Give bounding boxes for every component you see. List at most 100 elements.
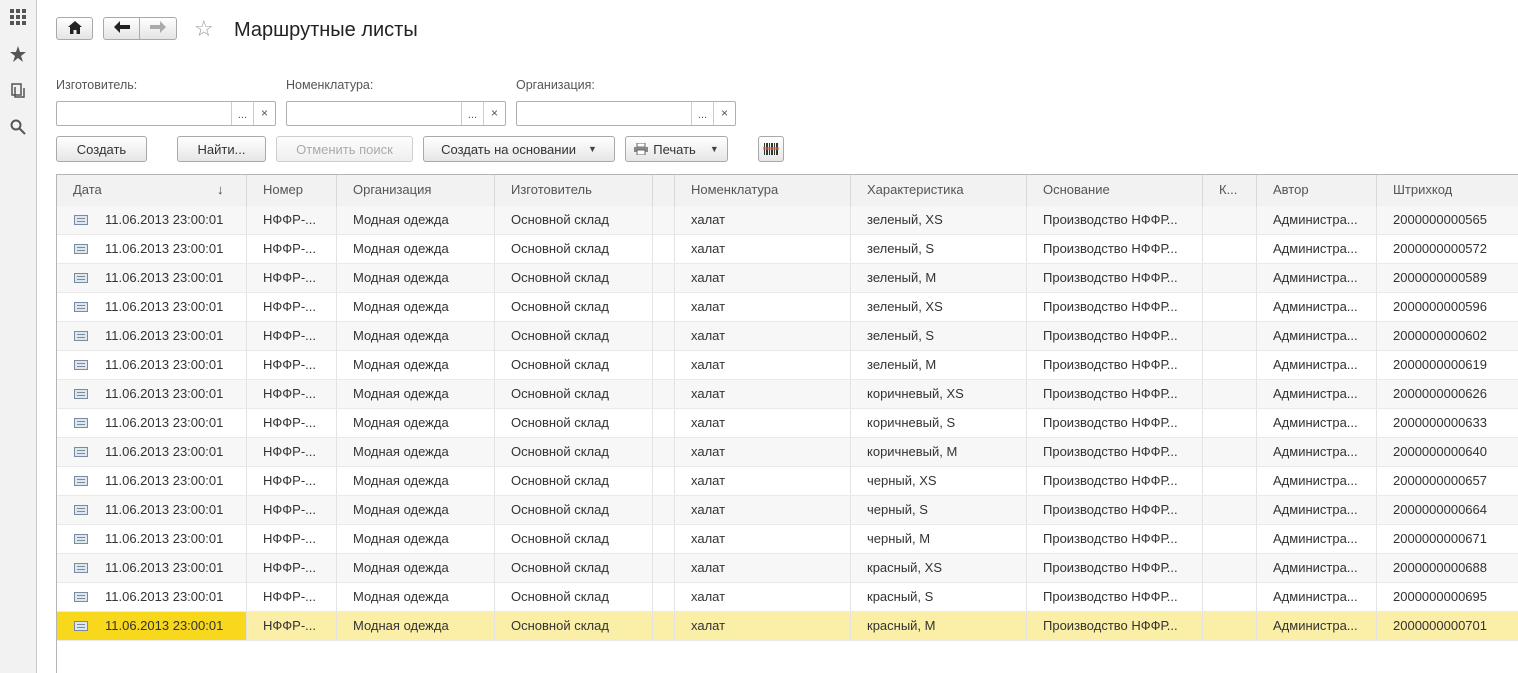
cell-empty bbox=[653, 293, 675, 321]
table-row[interactable]: 11.06.2013 23:00:01 НФФР-... Модная одежда… bbox=[57, 322, 1518, 351]
find-button[interactable]: Найти... bbox=[177, 136, 266, 162]
header-col-barcode[interactable]: Штрихкод bbox=[1377, 175, 1518, 206]
cell-nomenclature: халат bbox=[675, 351, 851, 379]
apps-grid-icon[interactable] bbox=[9, 8, 27, 26]
table-row[interactable]: 11.06.2013 23:00:01 НФФР-... Модная одежда… bbox=[57, 380, 1518, 409]
header-col-k[interactable]: К... bbox=[1203, 175, 1257, 206]
back-button[interactable] bbox=[103, 17, 140, 40]
select-button[interactable]: ... bbox=[461, 102, 483, 125]
cell-basis: Производство НФФР... bbox=[1027, 380, 1203, 408]
history-icon[interactable] bbox=[9, 81, 27, 99]
create-based-on-button[interactable]: Создать на основании ▼ bbox=[423, 136, 615, 162]
filter-label-manufacturer: Изготовитель: bbox=[56, 78, 138, 92]
cell-text: 11.06.2013 23:00:01 bbox=[105, 589, 224, 604]
header-col-author[interactable]: Автор bbox=[1257, 175, 1377, 206]
cell-k bbox=[1203, 380, 1257, 408]
select-button[interactable]: ... bbox=[231, 102, 253, 125]
cell-text: халат bbox=[691, 502, 726, 517]
favorites-star-icon[interactable] bbox=[9, 45, 27, 63]
cell-text: Модная одежда bbox=[353, 357, 449, 372]
clear-icon[interactable]: × bbox=[483, 102, 505, 125]
cell-text: 2000000000565 bbox=[1393, 212, 1487, 227]
clear-icon[interactable]: × bbox=[713, 102, 735, 125]
table-row[interactable]: 11.06.2013 23:00:01 НФФР-... Модная одежда… bbox=[57, 525, 1518, 554]
document-icon bbox=[74, 215, 88, 225]
cell-text: красный, S bbox=[867, 589, 934, 604]
cell-barcode: 2000000000671 bbox=[1377, 525, 1518, 553]
cell-date: 11.06.2013 23:00:01 bbox=[57, 496, 247, 524]
header-col-empty[interactable] bbox=[653, 175, 675, 206]
create-button[interactable]: Создать bbox=[56, 136, 147, 162]
table-row[interactable]: 11.06.2013 23:00:01 НФФР-... Модная одежда… bbox=[57, 554, 1518, 583]
cell-basis: Производство НФФР... bbox=[1027, 206, 1203, 234]
search-icon[interactable] bbox=[9, 118, 27, 136]
document-icon bbox=[74, 563, 88, 573]
header-col-nomenclature[interactable]: Номенклатура bbox=[675, 175, 851, 206]
cell-date: 11.06.2013 23:00:01 bbox=[57, 583, 247, 611]
cell-nomenclature: халат bbox=[675, 264, 851, 292]
routes-table[interactable]: Дата ↓ Номер Организация Изготовитель Номенкл… bbox=[56, 174, 1518, 673]
cell-text: Администра... bbox=[1273, 531, 1358, 546]
table-row[interactable]: 11.06.2013 23:00:01 НФФР-... Модная одежда… bbox=[57, 583, 1518, 612]
header-col-number[interactable]: Номер bbox=[247, 175, 337, 206]
cell-characteristic: черный, M bbox=[851, 525, 1027, 553]
table-row[interactable]: 11.06.2013 23:00:01 НФФР-... Модная одежда… bbox=[57, 235, 1518, 264]
cell-empty bbox=[653, 496, 675, 524]
cell-author: Администра... bbox=[1257, 438, 1377, 466]
cancel-search-button[interactable]: Отменить поиск bbox=[276, 136, 413, 162]
header-col-basis[interactable]: Основание bbox=[1027, 175, 1203, 206]
header-col-characteristic[interactable]: Характеристика bbox=[851, 175, 1027, 206]
cell-nomenclature: халат bbox=[675, 612, 851, 640]
cell-number: НФФР-... bbox=[247, 612, 337, 640]
cell-manufacturer: Основной склад bbox=[495, 235, 653, 263]
table-row[interactable]: 11.06.2013 23:00:01 НФФР-... Модная одежда… bbox=[57, 206, 1518, 235]
cell-barcode: 2000000000619 bbox=[1377, 351, 1518, 379]
home-button[interactable] bbox=[56, 17, 93, 40]
manufacturer-field[interactable]: ... × bbox=[56, 101, 276, 126]
cell-text: халат bbox=[691, 241, 726, 256]
cell-manufacturer: Основной склад bbox=[495, 293, 653, 321]
chevron-down-icon: ▼ bbox=[587, 144, 597, 154]
cell-text: халат bbox=[691, 531, 726, 546]
cell-date: 11.06.2013 23:00:01 bbox=[57, 206, 247, 234]
forward-arrow-icon bbox=[150, 21, 166, 36]
document-icon bbox=[74, 592, 88, 602]
cell-text: Производство НФФР... bbox=[1043, 270, 1178, 285]
cell-text: Администра... bbox=[1273, 328, 1358, 343]
forward-button[interactable] bbox=[139, 17, 177, 40]
cell-organization: Модная одежда bbox=[337, 467, 495, 495]
cell-manufacturer: Основной склад bbox=[495, 264, 653, 292]
cell-characteristic: черный, XS bbox=[851, 467, 1027, 495]
cell-text: НФФР-... bbox=[263, 502, 316, 517]
cell-text: Основной склад bbox=[511, 328, 609, 343]
nomenclature-field[interactable]: ... × bbox=[286, 101, 506, 126]
table-row[interactable]: 11.06.2013 23:00:01 НФФР-... Модная одежда… bbox=[57, 264, 1518, 293]
cell-manufacturer: Основной склад bbox=[495, 583, 653, 611]
table-row[interactable]: 11.06.2013 23:00:01 НФФР-... Модная одежда… bbox=[57, 293, 1518, 322]
select-button[interactable]: ... bbox=[691, 102, 713, 125]
cell-text: 2000000000688 bbox=[1393, 560, 1487, 575]
header-col-organization[interactable]: Организация bbox=[337, 175, 495, 206]
table-row[interactable]: 11.06.2013 23:00:01 НФФР-... Модная одежда… bbox=[57, 612, 1518, 641]
clear-icon[interactable]: × bbox=[253, 102, 275, 125]
cell-text: НФФР-... bbox=[263, 560, 316, 575]
table-row[interactable]: 11.06.2013 23:00:01 НФФР-... Модная одежда… bbox=[57, 496, 1518, 525]
cell-text: Производство НФФР... bbox=[1043, 212, 1178, 227]
cell-text: Модная одежда bbox=[353, 502, 449, 517]
cell-k bbox=[1203, 438, 1257, 466]
cell-organization: Модная одежда bbox=[337, 583, 495, 611]
cell-text: Модная одежда bbox=[353, 473, 449, 488]
cell-k bbox=[1203, 583, 1257, 611]
header-col-manufacturer[interactable]: Изготовитель bbox=[495, 175, 653, 206]
barcode-button[interactable] bbox=[758, 136, 784, 162]
cell-text: Модная одежда bbox=[353, 560, 449, 575]
table-row[interactable]: 11.06.2013 23:00:01 НФФР-... Модная одежда… bbox=[57, 409, 1518, 438]
table-row[interactable]: 11.06.2013 23:00:01 НФФР-... Модная одежда… bbox=[57, 438, 1518, 467]
cell-barcode: 2000000000664 bbox=[1377, 496, 1518, 524]
table-row[interactable]: 11.06.2013 23:00:01 НФФР-... Модная одежда… bbox=[57, 351, 1518, 380]
favorite-star-icon[interactable]: ☆ bbox=[194, 17, 214, 41]
print-button[interactable]: Печать ▼ bbox=[625, 136, 728, 162]
organization-field[interactable]: ... × bbox=[516, 101, 736, 126]
header-col-date[interactable]: Дата ↓ bbox=[57, 175, 247, 206]
table-row[interactable]: 11.06.2013 23:00:01 НФФР-... Модная одежда… bbox=[57, 467, 1518, 496]
